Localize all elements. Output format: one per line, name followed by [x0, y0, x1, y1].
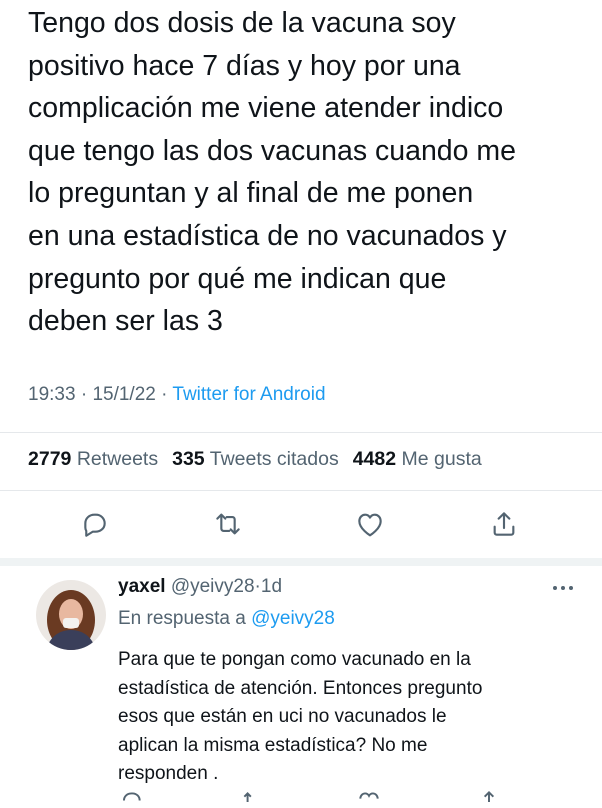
retweet-icon — [216, 513, 240, 535]
divider — [0, 432, 602, 433]
share-icon — [493, 512, 515, 536]
meta-separator: · — [161, 384, 168, 405]
reply-text-line: estadística de atención. Entonces pregun… — [118, 677, 483, 699]
quotes-label: Tweets citados — [209, 448, 339, 470]
reply-icon — [84, 513, 106, 537]
more-options-button[interactable] — [548, 578, 578, 598]
retweets-count: 2779 — [28, 448, 72, 470]
divider — [0, 490, 602, 491]
reply-author-name[interactable]: yaxel — [118, 576, 166, 597]
reply-text-line: responden . — [118, 763, 219, 784]
reply-age: 1d — [260, 576, 283, 597]
retweet-button[interactable] — [212, 508, 244, 540]
reply-author-handle[interactable]: @yeivy28 — [171, 576, 255, 597]
tweet-time[interactable]: 19:33 — [28, 384, 76, 405]
avatar-image — [36, 580, 106, 650]
tweet-text-line: en una estadística de no vacunados y — [28, 219, 507, 252]
tweet-text-line: lo preguntan y al final de me ponen — [28, 177, 474, 210]
reply-header: yaxel @yeivy28·1d — [118, 576, 282, 598]
likes-stat[interactable]: 4482 Me gusta — [353, 448, 482, 470]
tweet-meta: 19:33 · 15/1/22 · Twitter for Android — [28, 384, 326, 406]
tweet-text-line: positivo hace 7 días y hoy por una — [28, 49, 461, 82]
like-icon — [358, 513, 382, 537]
reply-action-bar — [0, 788, 602, 808]
reply-text-line: esos que están en uci no vacunados le — [118, 706, 447, 727]
share-button[interactable] — [488, 508, 520, 540]
tweet-text-line: Tengo dos dosis de la vacuna soy — [28, 7, 456, 39]
reply-button[interactable] — [78, 508, 110, 540]
more-icon — [553, 586, 573, 590]
tweet-action-bar — [0, 500, 602, 550]
tweet-text: Tengo dos dosis de la vacuna soy positiv… — [28, 2, 588, 343]
section-divider — [0, 558, 602, 566]
replying-to: En respuesta a @yeivy28 — [118, 608, 335, 630]
replying-prefix: En respuesta a — [118, 608, 246, 629]
likes-label: Me gusta — [401, 448, 482, 470]
likes-count: 4482 — [352, 448, 397, 470]
retweets-stat[interactable]: 2779 Retweets — [28, 448, 158, 470]
avatar[interactable] — [36, 580, 106, 650]
tweet-text-line: deben ser las 3 — [28, 305, 223, 338]
retweets-label: Retweets — [76, 448, 159, 470]
quotes-count: 335 — [172, 448, 205, 470]
reply-tweet[interactable]: yaxel @yeivy28·1d En respuesta a @yeivy2… — [0, 566, 602, 802]
tweet-source-link[interactable]: Twitter for Android — [172, 384, 325, 405]
tweet-text-line: pregunto por qué me indican que — [28, 262, 447, 295]
tweet-text-line: que tengo las dos vacunas cuando me — [28, 134, 517, 167]
tweet-date[interactable]: 15/1/22 — [92, 384, 155, 405]
reply-text: Para que te pongan como vacunado en la e… — [118, 646, 588, 789]
tweet-stats: 2779 Retweets 335 Tweets citados 4482 Me g… — [28, 448, 482, 471]
reply-text-line: Para que te pongan como vacunado en la — [118, 649, 471, 670]
reply-text-line: aplican la misma estadística? No me — [118, 734, 428, 756]
meta-separator: · — [80, 384, 88, 405]
tweet-text-line: complicación me viene atender indico — [28, 92, 504, 125]
replying-mention[interactable]: @yeivy28 — [251, 608, 335, 629]
like-button[interactable] — [354, 508, 386, 540]
quotes-stat[interactable]: 335 Tweets citados — [172, 448, 339, 470]
